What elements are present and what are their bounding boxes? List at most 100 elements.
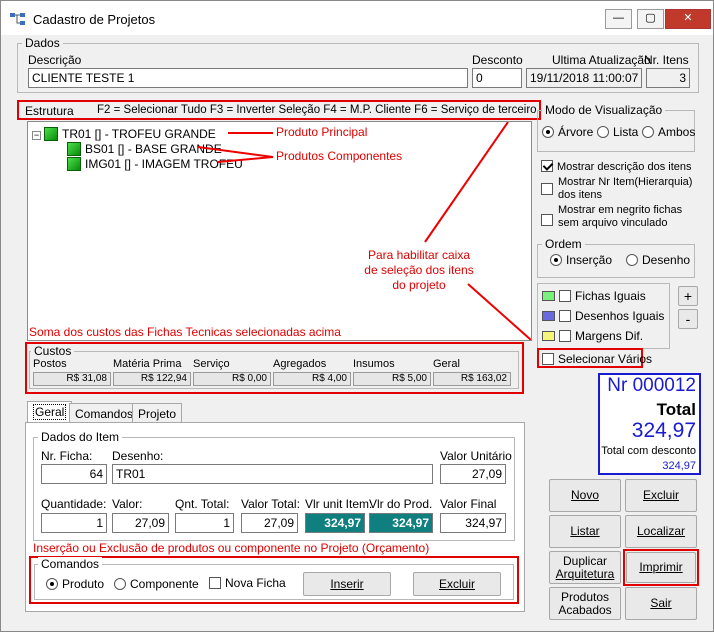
legend-margens: Margens Dif.: [542, 329, 643, 343]
total-desc-label: Total com desconto: [601, 445, 696, 457]
desconto-input[interactable]: 0: [472, 68, 522, 88]
checkbox-mostrar-negrito[interactable]: [541, 209, 557, 226]
listar-button[interactable]: Listar: [549, 515, 621, 548]
mostrar-nr-line2: dos itens: [558, 189, 603, 201]
localizar-button[interactable]: Localizar: [625, 515, 697, 548]
nr-value: Nr 000012: [607, 375, 696, 396]
comandos-label: Comandos: [38, 557, 103, 571]
quantidade-input[interactable]: 1: [41, 513, 107, 533]
qnt-total-input[interactable]: 1: [175, 513, 234, 533]
descricao-label: Descrição: [28, 53, 82, 67]
quantidade-label: Quantidade:: [41, 497, 107, 511]
modo-label: Modo de Visualização: [542, 103, 666, 117]
item-group-label: Dados do Item: [38, 430, 123, 444]
produtos-acabados-button[interactable]: Produtos Acabados: [549, 587, 621, 620]
valor-unitario-label: Valor Unitário: [440, 449, 512, 463]
structure-tree[interactable]: − TR01 [] - TROFEU GRANDE BS01 [] - BASE …: [27, 121, 532, 341]
title-bar: Cadastro de Projetos — ▢ ✕: [1, 1, 713, 35]
desenho-input[interactable]: TR01: [112, 464, 433, 484]
radio-insercao[interactable]: Inserção: [550, 253, 612, 267]
custo-insumos-value: R$ 5,00: [353, 372, 431, 386]
novo-button[interactable]: Novo: [549, 479, 621, 512]
mostrar-negrito-line2: sem arquivo vinculado: [558, 217, 668, 229]
vlr-prod-label: Vlr do Prod.: [369, 497, 433, 511]
plus-button[interactable]: +: [678, 286, 698, 306]
close-button[interactable]: ✕: [665, 9, 711, 29]
custo-geral-label: Geral: [433, 358, 460, 370]
valor-input[interactable]: 27,09: [112, 513, 169, 533]
qnt-total-label: Qnt. Total:: [175, 497, 230, 511]
desenho-label: Desenho:: [112, 449, 164, 463]
custo-postos-value: R$ 31,08: [33, 372, 111, 386]
checkbox-selecionar-varios[interactable]: Selecionar Vários: [542, 352, 652, 366]
annotation-insercao: Inserção ou Exclusão de produtos ou comp…: [33, 541, 430, 555]
nr-itens-label: Nr. Itens: [644, 53, 689, 67]
maximize-button[interactable]: ▢: [637, 9, 664, 29]
vlr-unit-item-value: 324,97: [305, 513, 365, 533]
annotation-arrow-2: [467, 283, 531, 340]
total-value: 324,97: [631, 419, 696, 442]
inserir-button[interactable]: Inserir: [303, 572, 391, 596]
desconto-label: Desconto: [472, 53, 523, 67]
dados-label: Dados: [22, 36, 63, 50]
tab-geral[interactable]: Geral: [27, 401, 73, 423]
minimize-button[interactable]: —: [605, 9, 632, 29]
legend-swatch: [542, 291, 555, 301]
radio-ambos[interactable]: Ambos: [642, 125, 695, 139]
legend-desenhos: Desenhos Iguais: [542, 309, 664, 323]
annotation-soma: Soma dos custos das Fichas Tecnicas sele…: [29, 325, 341, 339]
radio-lista[interactable]: Lista: [597, 125, 638, 139]
imprimir-button[interactable]: Imprimir: [626, 552, 696, 583]
ultima-atualizacao-label: Ultima Atualização: [552, 53, 651, 67]
valor-label: Valor:: [112, 497, 143, 511]
checkbox-mostrar-desc[interactable]: Mostrar descrição dos itens: [541, 160, 692, 173]
sair-button[interactable]: Sair: [625, 587, 697, 620]
total-desc-value: 324,97: [662, 460, 696, 472]
duplicar-arquitetura-button[interactable]: Duplicar Arquitetura: [549, 551, 621, 584]
vlr-unit-item-label: Vlr unit Item:: [305, 497, 373, 511]
checkbox-nova-ficha[interactable]: Nova Ficha: [209, 576, 286, 590]
excluir-item-button[interactable]: Excluir: [413, 572, 501, 596]
custo-servico-label: Serviço: [193, 358, 230, 370]
custo-postos-label: Postos: [33, 358, 67, 370]
minus-button[interactable]: -: [678, 309, 698, 329]
valor-total-input[interactable]: 27,09: [241, 513, 298, 533]
valor-final-label: Valor Final: [440, 497, 497, 511]
custo-geral-value: R$ 163,02: [433, 372, 511, 386]
valor-unitario-input[interactable]: 27,09: [440, 464, 506, 484]
legend-fichas: Fichas Iguais: [542, 289, 646, 303]
radio-componente[interactable]: Componente: [114, 577, 199, 591]
legend-swatch: [542, 311, 555, 321]
custos-label: Custos: [31, 344, 75, 358]
total-label: Total: [656, 400, 696, 419]
custo-agregados-label: Agregados: [273, 358, 327, 370]
radio-arvore[interactable]: Árvore: [542, 125, 593, 139]
legend-swatch: [542, 331, 555, 341]
window-title: Cadastro de Projetos: [33, 12, 156, 27]
totals-panel: Nr 000012 Total 324,97 Total com descont…: [598, 373, 701, 475]
valor-total-label: Valor Total:: [241, 497, 300, 511]
radio-produto[interactable]: Produto: [46, 577, 104, 591]
custo-agregados-value: R$ 4,00: [273, 372, 351, 386]
estrutura-highlight: [17, 100, 541, 120]
ordem-label: Ordem: [542, 237, 585, 251]
custo-servico-value: R$ 0,00: [193, 372, 271, 386]
tab-projeto[interactable]: Projeto: [132, 403, 183, 423]
custo-materia-label: Matéria Prima: [113, 358, 182, 370]
nr-itens-value: 3: [646, 68, 690, 88]
tab-comandos[interactable]: Comandos: [69, 403, 140, 423]
nr-ficha-label: Nr. Ficha:: [41, 449, 93, 463]
excluir-button[interactable]: Excluir: [625, 479, 697, 512]
radio-desenho[interactable]: Desenho: [626, 253, 690, 267]
descricao-input[interactable]: CLIENTE TESTE 1: [28, 68, 468, 88]
mostrar-nr-line1: Mostrar Nr Item(Hierarquia): [558, 176, 693, 188]
nr-ficha-input[interactable]: 64: [41, 464, 107, 484]
custo-materia-value: R$ 122,94: [113, 372, 191, 386]
ultima-atualizacao-value: 19/11/2018 11:00:07: [526, 68, 642, 88]
valor-final-input[interactable]: 324,97: [440, 513, 506, 533]
mostrar-negrito-line1: Mostrar em negrito fichas: [558, 204, 683, 216]
project-window: Cadastro de Projetos — ▢ ✕ Dados Descriç…: [0, 0, 714, 632]
checkbox-mostrar-nr[interactable]: [541, 176, 557, 195]
vlr-prod-value: 324,97: [369, 513, 433, 533]
custo-insumos-label: Insumos: [353, 358, 395, 370]
